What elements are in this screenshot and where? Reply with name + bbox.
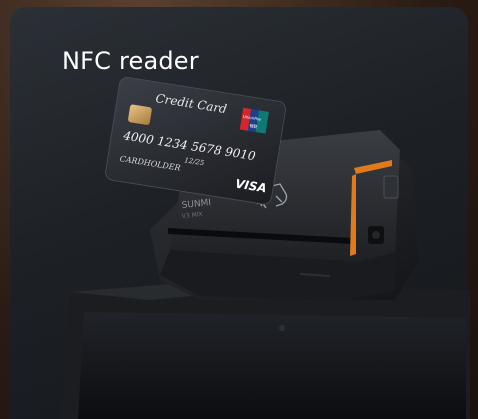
svg-text:银联: 银联 <box>249 122 258 129</box>
unionpay-logo: UnionPay 银联 <box>239 107 269 134</box>
credit-card: Credit Card UnionPay 银联 4000 1234 5678 9… <box>105 77 286 205</box>
pos-screen <box>60 284 470 419</box>
camera-icon <box>279 325 285 331</box>
chip-icon <box>128 104 152 125</box>
product-photo: SUNMI V3 MIX Credit Card UnionPay 银联 400… <box>60 77 470 419</box>
